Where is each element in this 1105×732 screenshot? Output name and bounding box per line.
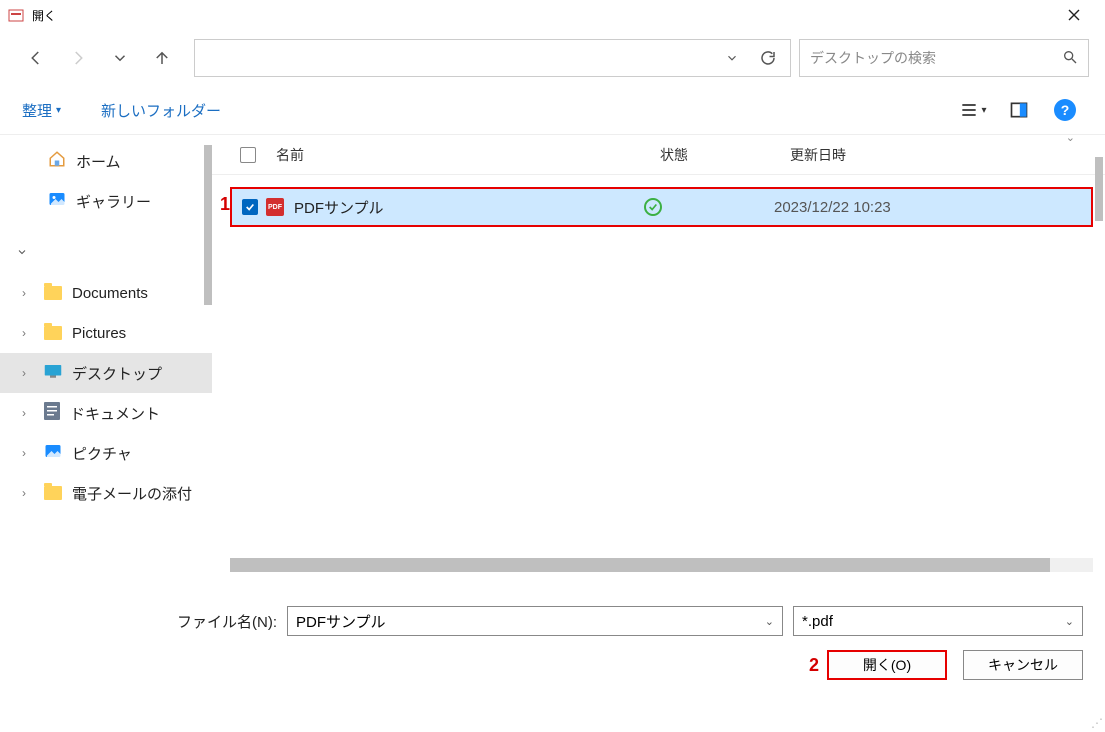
- folder-icon: [44, 286, 62, 300]
- caret-down-icon: ▾: [56, 105, 61, 116]
- toolbar: 整理▾ 新しいフォルダー ▾ ?: [0, 86, 1105, 134]
- organize-menu[interactable]: 整理▾: [22, 100, 61, 121]
- file-name: PDFサンプル: [294, 197, 644, 218]
- preview-pane-button[interactable]: [1001, 92, 1037, 128]
- sidebar-home[interactable]: ホーム: [0, 141, 212, 181]
- file-status: [644, 198, 774, 216]
- sort-indicator-icon: ⌄: [1066, 131, 1075, 144]
- folder-icon: [44, 486, 62, 500]
- column-date[interactable]: 更新日時 ⌄: [790, 145, 1105, 165]
- sidebar-item-label: 電子メールの添付: [72, 483, 192, 504]
- sidebar-scrollbar[interactable]: [204, 145, 212, 305]
- cancel-button[interactable]: キャンセル: [963, 650, 1083, 680]
- window-title: 開く: [32, 7, 56, 24]
- sidebar-item-documents[interactable]: › Documents: [0, 273, 212, 313]
- resize-grip[interactable]: ⋰: [1091, 716, 1103, 730]
- desktop-icon: [44, 364, 62, 382]
- nav-back-button[interactable]: [16, 38, 56, 78]
- sidebar-item-label: ピクチャ: [72, 443, 132, 464]
- view-menu[interactable]: ▾: [955, 92, 991, 128]
- sidebar-item-email-attachments[interactable]: › 電子メールの添付: [0, 473, 212, 513]
- column-name[interactable]: 名前: [276, 145, 660, 165]
- file-date: 2023/12/22 10:23: [774, 199, 891, 216]
- caret-down-icon: ▾: [981, 105, 986, 116]
- file-type-filter[interactable]: *.pdf ⌄: [793, 606, 1083, 636]
- address-bar[interactable]: [194, 39, 791, 77]
- arrow-right-icon: [69, 49, 87, 67]
- nav-forward-button[interactable]: [58, 38, 98, 78]
- chevron-down-icon: [725, 51, 739, 65]
- sidebar-item-label: ドキュメント: [70, 403, 160, 424]
- chevron-right-icon: ›: [22, 286, 26, 300]
- refresh-icon: [759, 49, 777, 67]
- open-button[interactable]: 開く(O): [827, 650, 947, 680]
- sidebar-item-label: Documents: [72, 285, 148, 302]
- search-icon: [1062, 49, 1078, 68]
- horizontal-scrollbar[interactable]: [230, 558, 1093, 572]
- sidebar-item-desktop[interactable]: › デスクトップ: [0, 353, 212, 393]
- document-icon: [44, 402, 60, 424]
- row-checkbox[interactable]: [242, 199, 258, 215]
- sidebar-group-toggle[interactable]: [0, 233, 212, 273]
- preview-pane-icon: [1009, 100, 1029, 120]
- main-area: ホーム ギャラリー › Documents › Pictures ›: [0, 134, 1105, 576]
- sidebar-gallery[interactable]: ギャラリー: [0, 181, 212, 221]
- pdf-file-icon: PDF: [266, 198, 284, 216]
- refresh-button[interactable]: [750, 40, 786, 76]
- chevron-right-icon: ›: [22, 446, 26, 460]
- nav-recent-button[interactable]: [100, 38, 140, 78]
- chevron-right-icon: ›: [22, 366, 26, 380]
- chevron-down-icon: [16, 245, 28, 261]
- chevron-right-icon: ›: [22, 486, 26, 500]
- sidebar-item-label: ホーム: [76, 151, 121, 172]
- chevron-right-icon: ›: [22, 406, 26, 420]
- sidebar-item-pictures[interactable]: › Pictures: [0, 313, 212, 353]
- sidebar-item-label: デスクトップ: [72, 363, 162, 384]
- list-view-icon: [959, 100, 979, 120]
- chevron-down-icon: ⌄: [1065, 615, 1074, 628]
- help-button[interactable]: ?: [1047, 92, 1083, 128]
- title-bar: 開く: [0, 0, 1105, 30]
- annotation-2: 2: [809, 655, 819, 676]
- column-status[interactable]: 状態: [660, 145, 790, 165]
- filename-input[interactable]: PDFサンプル ⌄: [287, 606, 783, 636]
- help-icon: ?: [1054, 99, 1076, 121]
- sidebar-item-documents-jp[interactable]: › ドキュメント: [0, 393, 212, 433]
- address-history-button[interactable]: [714, 40, 750, 76]
- pictures-icon: [44, 442, 62, 464]
- sidebar: ホーム ギャラリー › Documents › Pictures ›: [0, 135, 212, 576]
- check-icon: [245, 202, 255, 212]
- folder-icon: [44, 326, 62, 340]
- new-folder-button[interactable]: 新しいフォルダー: [101, 100, 221, 121]
- app-icon: [8, 7, 24, 23]
- sidebar-item-label: Pictures: [72, 325, 126, 342]
- sidebar-item-pictures-jp[interactable]: › ピクチャ: [0, 433, 212, 473]
- filter-value: *.pdf: [802, 613, 833, 630]
- sidebar-item-label: ギャラリー: [76, 191, 151, 212]
- close-icon: [1068, 9, 1080, 21]
- column-headers: 名前 状態 更新日時 ⌄: [212, 135, 1105, 175]
- annotation-1: 1: [220, 194, 230, 215]
- gallery-icon: [48, 190, 66, 212]
- file-area: 名前 状態 更新日時 ⌄ 1 PDF PDFサンプル 2023/12/22 10…: [212, 135, 1105, 576]
- filename-value: PDFサンプル: [296, 611, 386, 632]
- arrow-up-icon: [153, 49, 171, 67]
- nav-up-button[interactable]: [142, 38, 182, 78]
- chevron-down-icon: ⌄: [765, 615, 774, 628]
- chevron-down-icon: [111, 49, 129, 67]
- search-input[interactable]: デスクトップの検索: [799, 39, 1089, 77]
- select-all-checkbox[interactable]: [240, 147, 276, 163]
- close-button[interactable]: [1051, 0, 1097, 30]
- arrow-left-icon: [27, 49, 45, 67]
- nav-row: デスクトップの検索: [0, 30, 1105, 86]
- filename-label: ファイル名(N):: [177, 611, 277, 632]
- home-icon: [48, 150, 66, 172]
- file-list[interactable]: 1 PDF PDFサンプル 2023/12/22 10:23: [212, 175, 1105, 558]
- chevron-right-icon: ›: [22, 326, 26, 340]
- search-placeholder: デスクトップの検索: [810, 48, 1062, 68]
- file-row[interactable]: PDF PDFサンプル 2023/12/22 10:23: [230, 187, 1093, 227]
- status-ok-icon: [644, 198, 662, 216]
- bottom-panel: ファイル名(N): PDFサンプル ⌄ *.pdf ⌄ 2 開く(O) キャンセ…: [0, 576, 1105, 680]
